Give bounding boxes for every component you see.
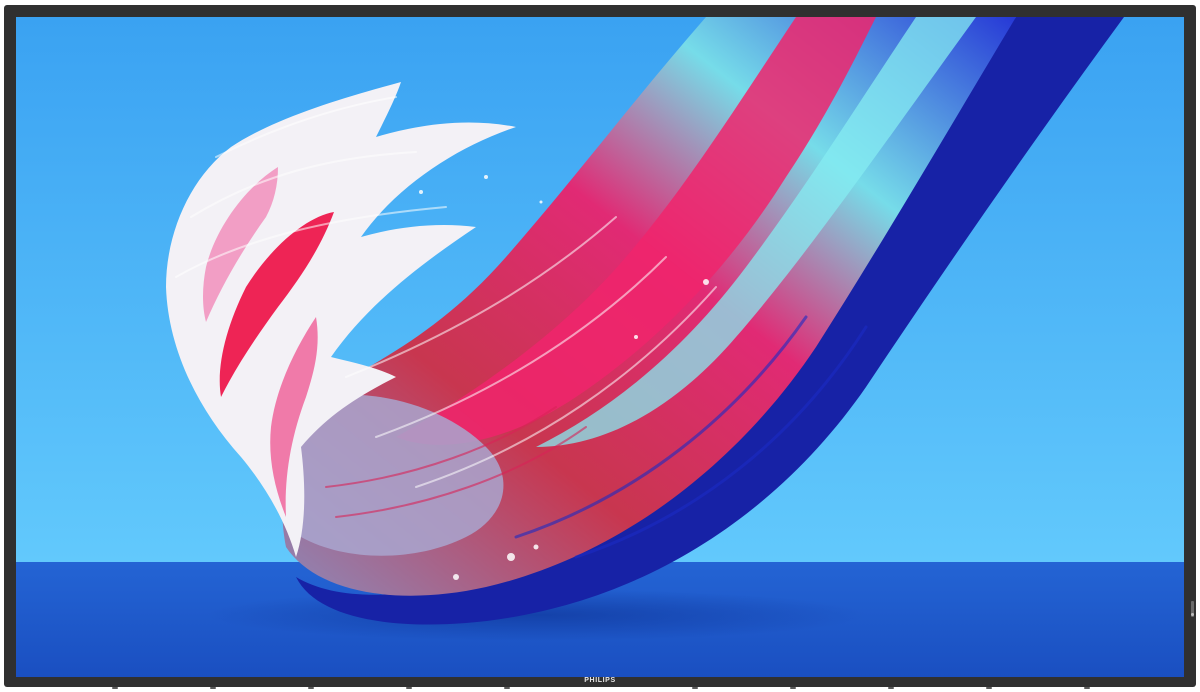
display-monitor: PHILIPS xyxy=(4,5,1196,689)
wallpaper-artwork xyxy=(16,17,1184,677)
bezel-feet xyxy=(4,686,1196,689)
status-indicator xyxy=(1191,601,1194,617)
power-led-icon xyxy=(1191,613,1194,616)
display-screen xyxy=(16,17,1184,677)
